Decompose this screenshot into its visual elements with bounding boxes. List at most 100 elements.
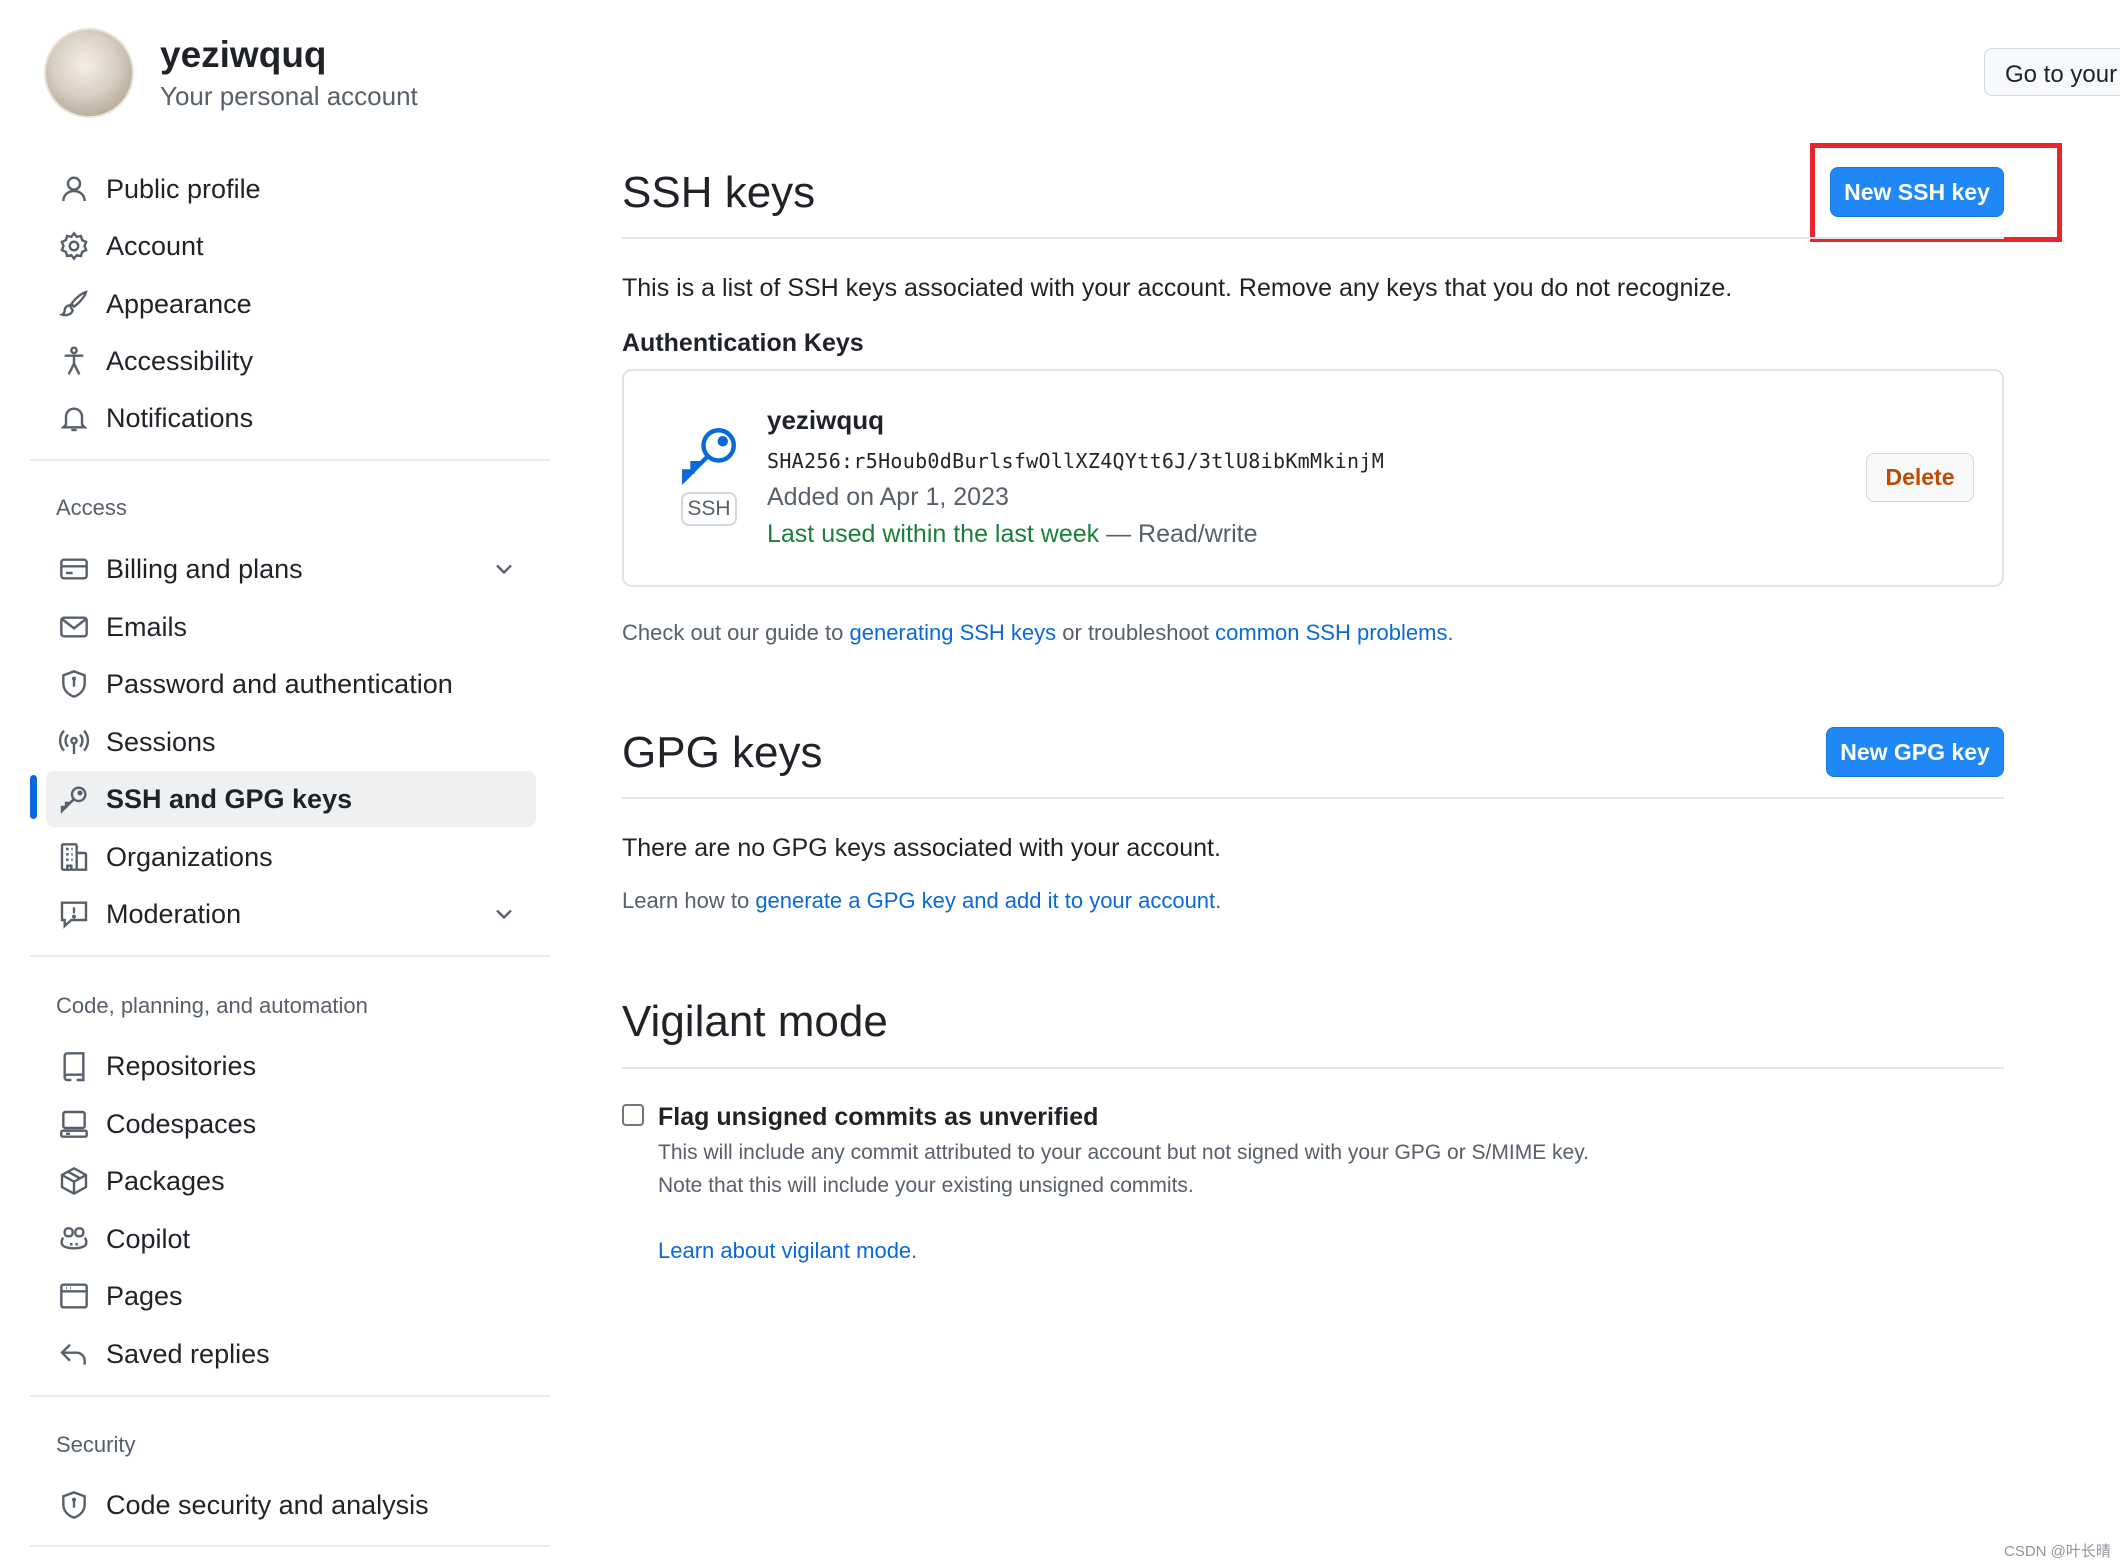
sidebar-item-copilot[interactable]: Copilot bbox=[46, 1211, 536, 1267]
accessibility-icon bbox=[64, 346, 84, 375]
sidebar-heading-code: Code, planning, and automation bbox=[56, 993, 368, 1018]
codespaces-icon bbox=[60, 1110, 88, 1138]
sidebar-item-account[interactable]: Account bbox=[46, 218, 536, 274]
section-divider bbox=[622, 797, 2004, 799]
sidebar-heading-access: Access bbox=[56, 495, 127, 520]
guide-prefix: Check out our guide to bbox=[622, 620, 850, 645]
flag-unsigned-label[interactable]: Flag unsigned commits as unverified bbox=[658, 1103, 1098, 1132]
shield-icon bbox=[62, 670, 86, 698]
sidebar-item-label: Sessions bbox=[106, 726, 216, 757]
learn-suffix: . bbox=[1215, 888, 1222, 913]
active-indicator bbox=[30, 775, 37, 819]
paintbrush-icon bbox=[58, 290, 88, 317]
learn-suffix: . bbox=[911, 1238, 918, 1263]
section-divider bbox=[622, 237, 2004, 239]
sidebar-item-password[interactable]: Password and authentication bbox=[46, 656, 536, 712]
ssh-key-card bbox=[622, 369, 2004, 587]
sidebar-item-appearance[interactable]: Appearance bbox=[46, 276, 536, 332]
sidebar-item-label: Password and authentication bbox=[106, 668, 453, 699]
key-icon bbox=[60, 786, 87, 814]
sidebar-item-sessions[interactable]: Sessions bbox=[46, 714, 536, 770]
ssh-keys-heading: SSH keys bbox=[622, 168, 816, 217]
sidebar-item-label: Pages bbox=[106, 1280, 183, 1311]
sidebar-item-public-profile[interactable]: Public profile bbox=[46, 161, 536, 217]
delete-ssh-key-button[interactable]: Delete bbox=[1866, 453, 1974, 502]
auth-keys-heading: Authentication Keys bbox=[622, 329, 864, 357]
sidebar-item-label: SSH and GPG keys bbox=[106, 783, 353, 814]
sidebar-item-pages[interactable]: Pages bbox=[46, 1268, 536, 1324]
highlight-annotation bbox=[1810, 143, 2062, 242]
sidebar-item-packages[interactable]: Packages bbox=[46, 1153, 536, 1209]
ssh-badge: SSH bbox=[681, 492, 737, 526]
sidebar-item-label: Organizations bbox=[106, 841, 273, 872]
sidebar-divider bbox=[30, 1395, 550, 1397]
gpg-keys-heading: GPG keys bbox=[622, 728, 823, 777]
sidebar-divider bbox=[30, 459, 550, 461]
sidebar-item-label: Saved replies bbox=[106, 1338, 270, 1369]
key-icon bbox=[682, 428, 736, 486]
sidebar-item-moderation[interactable]: Moderation bbox=[46, 886, 536, 942]
sidebar-item-label: Appearance bbox=[106, 288, 252, 319]
gpg-empty-text: There are no GPG keys associated with yo… bbox=[622, 834, 1221, 862]
person-icon bbox=[62, 176, 86, 202]
sidebar-item-label: Repositories bbox=[106, 1050, 257, 1081]
account-subtitle: Your personal account bbox=[160, 81, 418, 111]
ssh-guide-text: Check out our guide to generating SSH ke… bbox=[622, 620, 1454, 646]
avatar[interactable] bbox=[44, 28, 134, 118]
vigilant-mode-heading: Vigilant mode bbox=[622, 997, 888, 1046]
repo-icon bbox=[63, 1052, 85, 1082]
learn-prefix: Learn how to bbox=[622, 888, 756, 913]
vigilant-learn-text: Learn about vigilant mode. bbox=[658, 1238, 917, 1264]
sidebar-item-label: Accessibility bbox=[106, 345, 254, 376]
sidebar-item-label: Public profile bbox=[106, 173, 261, 204]
sidebar-item-label: Billing and plans bbox=[106, 553, 303, 584]
sidebar-item-accessibility[interactable]: Accessibility bbox=[46, 333, 536, 389]
bell-icon bbox=[60, 407, 88, 432]
mail-icon bbox=[60, 616, 88, 638]
ssh-key-usage: Last used within the last week — Read/wr… bbox=[767, 520, 1258, 549]
sidebar-item-billing[interactable]: Billing and plans bbox=[46, 541, 536, 597]
account-username: yeziwquq bbox=[160, 34, 327, 75]
sidebar-item-repositories[interactable]: Repositories bbox=[46, 1038, 536, 1094]
sidebar-item-code-security[interactable]: Code security and analysis bbox=[46, 1477, 536, 1533]
sidebar-item-label: Account bbox=[106, 230, 204, 261]
ssh-description: This is a list of SSH keys associated wi… bbox=[622, 274, 1733, 302]
sidebar-item-codespaces[interactable]: Codespaces bbox=[46, 1096, 536, 1152]
new-gpg-key-button[interactable]: New GPG key bbox=[1826, 727, 2004, 777]
sidebar-item-ssh-gpg-keys[interactable]: SSH and GPG keys bbox=[46, 771, 536, 827]
guide-middle: or troubleshoot bbox=[1056, 620, 1216, 645]
ssh-key-last-used: Last used within the last week bbox=[767, 520, 1100, 548]
section-divider bbox=[622, 1067, 2004, 1069]
ssh-key-added-date: Added on Apr 1, 2023 bbox=[767, 483, 1009, 511]
shield-icon bbox=[62, 1491, 86, 1519]
gpg-learn-text: Learn how to generate a GPG key and add … bbox=[622, 888, 1221, 914]
sidebar-item-label: Packages bbox=[106, 1165, 225, 1196]
sidebar-divider bbox=[30, 955, 550, 957]
sidebar-item-label: Emails bbox=[106, 611, 188, 642]
vigilant-description-2: Note that this will include your existin… bbox=[658, 1174, 1194, 1197]
flag-unsigned-checkbox[interactable] bbox=[622, 1104, 644, 1126]
generating-ssh-keys-link[interactable]: generating SSH keys bbox=[849, 620, 1056, 645]
go-to-profile-button[interactable]: Go to your p bbox=[1984, 48, 2120, 96]
chevron-down-icon[interactable] bbox=[490, 555, 518, 583]
copilot-icon bbox=[60, 1227, 88, 1250]
package-icon bbox=[60, 1166, 88, 1196]
generate-gpg-key-link[interactable]: generate a GPG key and add it to your ac… bbox=[755, 888, 1215, 913]
sidebar-item-label: Moderation bbox=[106, 898, 242, 929]
sidebar-item-saved-replies[interactable]: Saved replies bbox=[46, 1326, 536, 1382]
learn-vigilant-mode-link[interactable]: Learn about vigilant mode bbox=[658, 1238, 911, 1263]
sidebar-item-organizations[interactable]: Organizations bbox=[46, 829, 536, 885]
chevron-down-icon[interactable] bbox=[490, 900, 518, 928]
sidebar-item-label: Codespaces bbox=[106, 1108, 257, 1139]
sidebar-item-emails[interactable]: Emails bbox=[46, 599, 536, 655]
vigilant-description-1: This will include any commit attributed … bbox=[658, 1141, 1590, 1164]
watermark: CSDN @叶长晴 bbox=[2004, 1543, 2111, 1560]
sidebar-item-notifications[interactable]: Notifications bbox=[46, 390, 536, 446]
browser-icon bbox=[60, 1283, 88, 1309]
sidebar-divider bbox=[30, 1545, 550, 1547]
common-ssh-problems-link[interactable]: common SSH problems bbox=[1215, 620, 1447, 645]
organization-icon bbox=[60, 843, 88, 871]
ssh-key-name: yeziwquq bbox=[767, 405, 885, 435]
sidebar-item-label: Code security and analysis bbox=[106, 1489, 429, 1520]
reply-icon bbox=[60, 1343, 86, 1365]
